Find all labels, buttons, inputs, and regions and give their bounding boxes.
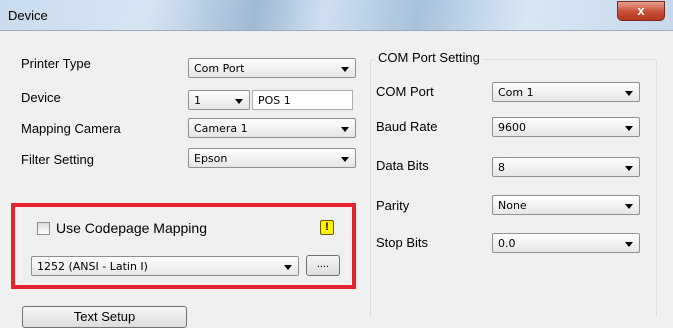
data-bits-label: Data Bits (376, 158, 429, 173)
printer-type-select[interactable]: Com Port (188, 58, 356, 78)
com-port-setting-title: COM Port Setting (375, 50, 483, 65)
device-label: Device (21, 90, 61, 105)
com-port-value: Com 1 (498, 86, 534, 99)
mapping-camera-label: Mapping Camera (21, 121, 121, 136)
printer-type-label: Printer Type (21, 56, 91, 71)
use-codepage-mapping-checkbox[interactable] (37, 222, 50, 235)
data-bits-select[interactable]: 8 (492, 157, 640, 177)
chevron-down-icon (341, 157, 349, 162)
title-bar: Device x (0, 0, 673, 31)
com-port-select[interactable]: Com 1 (492, 82, 640, 102)
use-codepage-mapping-label[interactable]: Use Codepage Mapping (56, 220, 207, 236)
filter-setting-select[interactable]: Epson (188, 148, 356, 168)
close-icon: x (637, 3, 645, 18)
baud-rate-label: Baud Rate (376, 119, 438, 134)
mapping-camera-select[interactable]: Camera 1 (188, 118, 356, 138)
stop-bits-value: 0.0 (498, 237, 516, 250)
parity-label: Parity (376, 198, 410, 213)
mapping-camera-value: Camera 1 (194, 122, 248, 135)
device-name-value: POS 1 (258, 94, 291, 107)
com-port-label: COM Port (376, 84, 434, 99)
parity-select[interactable]: None (492, 195, 640, 215)
window-title: Device (8, 8, 48, 23)
stop-bits-label: Stop Bits (376, 235, 429, 250)
baud-rate-select[interactable]: 9600 (492, 117, 640, 137)
warning-glyph: ! (325, 221, 329, 233)
chevron-down-icon (625, 166, 633, 171)
filter-setting-value: Epson (194, 152, 228, 165)
chevron-down-icon (235, 99, 243, 104)
warning-icon: ! (320, 220, 334, 235)
text-setup-button[interactable]: Text Setup (22, 306, 187, 328)
close-button[interactable]: x (617, 1, 665, 21)
device-name-field[interactable]: POS 1 (252, 90, 353, 110)
codepage-highlight-box (11, 203, 356, 289)
chevron-down-icon (284, 265, 292, 270)
codepage-select[interactable]: 1252 (ANSI - Latin I) (31, 256, 299, 276)
baud-rate-value: 9600 (498, 121, 526, 134)
chevron-down-icon (341, 67, 349, 72)
chevron-down-icon (625, 204, 633, 209)
printer-type-value: Com Port (194, 62, 245, 75)
device-number-value: 1 (194, 94, 201, 107)
stop-bits-select[interactable]: 0.0 (492, 233, 640, 253)
data-bits-value: 8 (498, 161, 505, 174)
chevron-down-icon (625, 242, 633, 247)
codepage-value: 1252 (ANSI - Latin I) (37, 260, 148, 273)
device-number-select[interactable]: 1 (188, 90, 250, 110)
chevron-down-icon (341, 127, 349, 132)
codepage-browse-button[interactable]: .... (306, 255, 340, 276)
chevron-down-icon (625, 126, 633, 131)
filter-setting-label: Filter Setting (21, 152, 94, 167)
chevron-down-icon (625, 91, 633, 96)
parity-value: None (498, 199, 527, 212)
